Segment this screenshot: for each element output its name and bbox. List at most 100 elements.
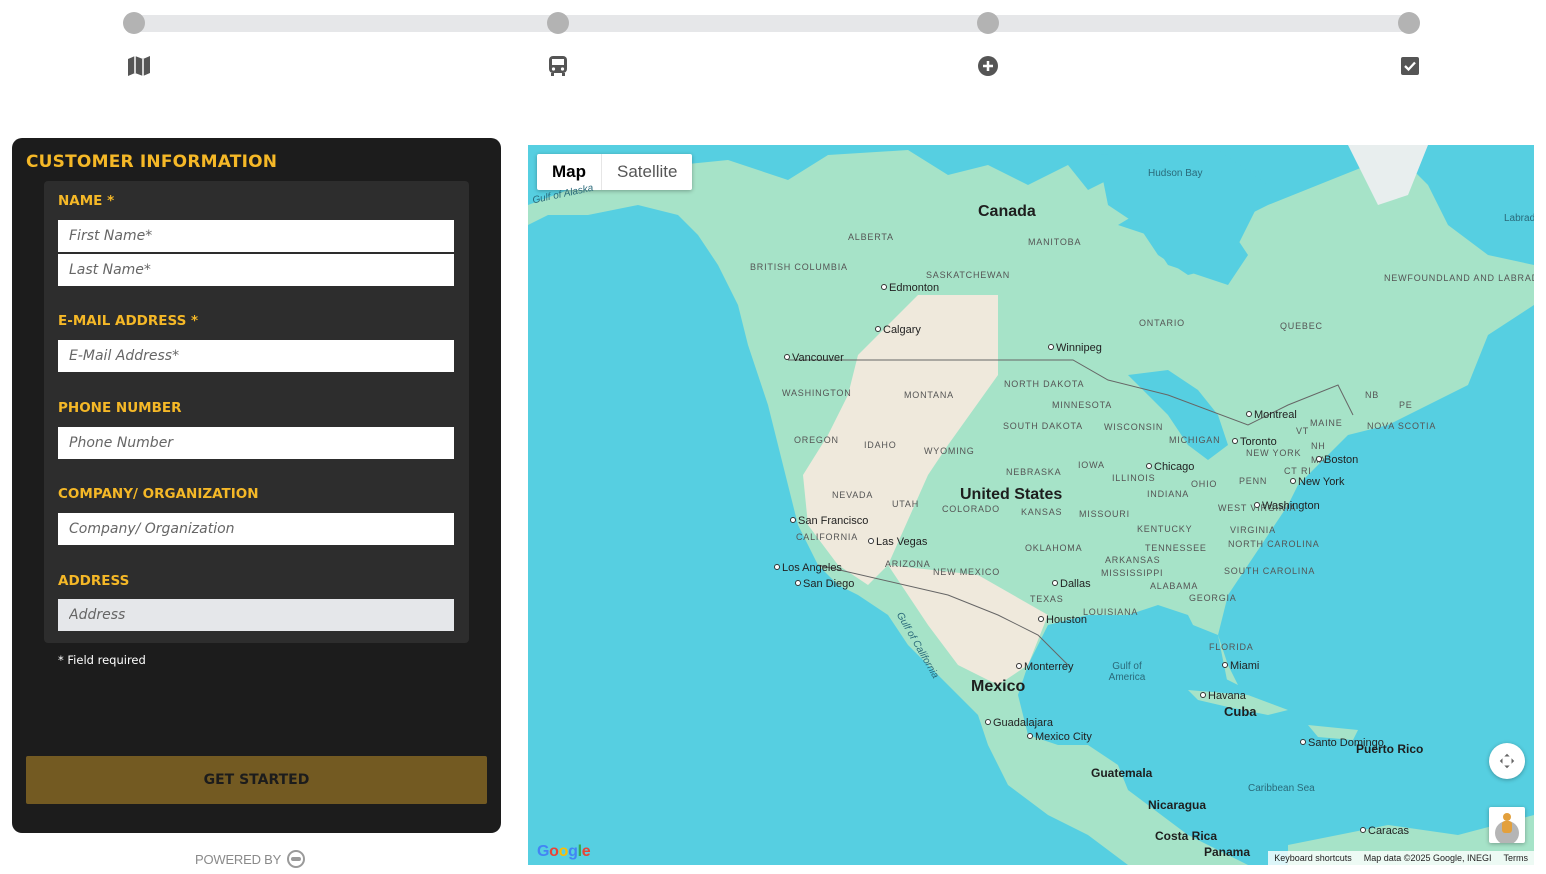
- google-logo: Google: [537, 843, 591, 860]
- map-label-water: Labrad: [1504, 213, 1534, 224]
- map-label-city: Miami: [1222, 660, 1259, 672]
- fullscreen-button[interactable]: [1489, 743, 1525, 779]
- map-label-region: ILLINOIS: [1112, 473, 1156, 483]
- checkbox-checked-icon[interactable]: [1397, 53, 1423, 79]
- map-label-region: OKLAHOMA: [1025, 543, 1083, 553]
- step-2-dot[interactable]: [547, 12, 569, 34]
- map-label-region: MISSOURI: [1079, 509, 1130, 519]
- map-label-region: TENNESSEE: [1145, 543, 1207, 553]
- map-label-region: QUEBEC: [1280, 321, 1323, 331]
- map-label-region: COLORADO: [942, 504, 1000, 514]
- map-label-region: IOWA: [1078, 460, 1105, 470]
- map-label-city: Mexico City: [1027, 731, 1092, 743]
- progress-track: [134, 15, 1410, 32]
- map-label-city: Chicago: [1146, 461, 1194, 473]
- map-label-region: NORTH CAROLINA: [1228, 539, 1320, 549]
- map-label-region: MISSISSIPPI: [1101, 568, 1164, 578]
- map-label-region: SOUTH CAROLINA: [1224, 566, 1316, 576]
- email-label: E-MAIL ADDRESS *: [58, 313, 199, 329]
- map-label-city: Guadalajara: [985, 717, 1053, 729]
- required-note: * Field required: [58, 653, 146, 667]
- map-label-water: Gulf of America: [1108, 661, 1146, 683]
- map-label-city: New York: [1290, 476, 1344, 488]
- name-label: NAME *: [58, 193, 115, 209]
- map-type-satellite-button[interactable]: Satellite: [602, 154, 692, 190]
- map-label-city: San Diego: [795, 578, 854, 590]
- map-label-region: NEW MEXICO: [933, 567, 1001, 577]
- progress-stepper: [0, 0, 1546, 110]
- map-label-region: OHIO: [1191, 479, 1218, 489]
- map-label-city: Havana: [1200, 690, 1246, 702]
- address-input[interactable]: [58, 599, 454, 631]
- map-label-region: NH: [1311, 441, 1326, 451]
- step-1-dot[interactable]: [123, 12, 145, 34]
- map-label-region: KANSAS: [1021, 507, 1063, 517]
- get-started-button[interactable]: GET STARTED: [26, 756, 487, 804]
- map-label-region: ARIZONA: [885, 559, 931, 569]
- map-label-region: OREGON: [794, 435, 839, 445]
- map-label-region: VT: [1296, 426, 1310, 436]
- map-data-attribution: Map data ©2025 Google, INEGI: [1363, 853, 1492, 863]
- map-label-country: Panama: [1204, 845, 1251, 859]
- bus-icon[interactable]: [545, 53, 571, 79]
- phone-input[interactable]: [58, 427, 454, 459]
- map-view[interactable]: Map Satellite Canada United States Mexic…: [528, 145, 1534, 865]
- phone-label: PHONE NUMBER: [58, 400, 182, 416]
- map-label-region: FLORIDA: [1209, 642, 1254, 652]
- keyboard-shortcuts-link[interactable]: Keyboard shortcuts: [1268, 851, 1358, 865]
- map-label-city: Dallas: [1052, 578, 1091, 590]
- map-label-region: KENTUCKY: [1137, 524, 1193, 534]
- map-icon[interactable]: [126, 53, 152, 79]
- map-label-city: Toronto: [1232, 436, 1277, 448]
- map-label-city: Los Angeles: [774, 562, 842, 574]
- map-label-region: SASKATCHEWAN: [926, 270, 1011, 280]
- map-label-region: WASHINGTON: [782, 388, 852, 398]
- map-land-layer: [528, 145, 1534, 865]
- map-label-region: UTAH: [892, 499, 920, 509]
- pegman-icon: [1495, 813, 1519, 845]
- map-label-country: Cuba: [1224, 704, 1257, 719]
- map-label-region: MINNESOTA: [1052, 400, 1113, 410]
- map-label-region: IDAHO: [864, 440, 897, 450]
- map-label-region: NEW YORK: [1246, 448, 1302, 458]
- step-3-dot[interactable]: [977, 12, 999, 34]
- map-label-region: MONTANA: [904, 390, 954, 400]
- map-label-region: NB: [1365, 390, 1380, 400]
- plus-circle-icon[interactable]: [975, 53, 1001, 79]
- form-fields-container: NAME * E-MAIL ADDRESS * PHONE NUMBER COM…: [44, 181, 469, 643]
- map-label-region: MICHIGAN: [1169, 435, 1221, 445]
- email-input[interactable]: [58, 340, 454, 372]
- map-label-region: LOUISIANA: [1083, 607, 1139, 617]
- map-label-region: NORTH DAKOTA: [1004, 379, 1085, 389]
- powered-by: POWERED BY: [195, 850, 306, 868]
- map-label-water: Hudson Bay: [1148, 168, 1203, 179]
- customer-info-panel: CUSTOMER INFORMATION NAME * E-MAIL ADDRE…: [12, 138, 501, 833]
- map-label-city: Santo Domingo: [1300, 737, 1384, 749]
- company-input[interactable]: [58, 513, 454, 545]
- map-label-region: ALABAMA: [1150, 581, 1199, 591]
- map-label-country: Costa Rica: [1155, 829, 1218, 843]
- map-label-city: Caracas: [1360, 825, 1409, 837]
- map-label-city: Winnipeg: [1048, 342, 1102, 354]
- powered-by-label: POWERED BY: [195, 851, 282, 867]
- map-label-region: CT: [1284, 466, 1298, 476]
- map-label-region: NEWFOUNDLAND AND LABRADOR: [1384, 273, 1534, 283]
- map-label-city: Boston: [1316, 454, 1358, 466]
- step-4-dot[interactable]: [1398, 12, 1420, 34]
- map-label-region: MAINE: [1310, 418, 1343, 428]
- map-label-country: United States: [960, 486, 1063, 503]
- map-label-region: MANITOBA: [1028, 237, 1082, 247]
- first-name-input[interactable]: [58, 220, 454, 252]
- map-label-country: Guatemala: [1091, 766, 1153, 780]
- map-label-country: Mexico: [971, 678, 1026, 695]
- map-label-water: Caribbean Sea: [1248, 783, 1315, 794]
- map-label-region: CALIFORNIA: [796, 532, 859, 542]
- last-name-input[interactable]: [58, 254, 454, 286]
- map-label-country: Canada: [978, 203, 1036, 220]
- map-label-region: PENN: [1239, 476, 1268, 486]
- map-label-region: WYOMING: [924, 446, 975, 456]
- terms-link[interactable]: Terms: [1498, 851, 1535, 865]
- map-label-city: Edmonton: [881, 282, 939, 294]
- street-view-pegman[interactable]: [1489, 807, 1525, 845]
- map-label-region: NOVA SCOTIA: [1367, 421, 1437, 431]
